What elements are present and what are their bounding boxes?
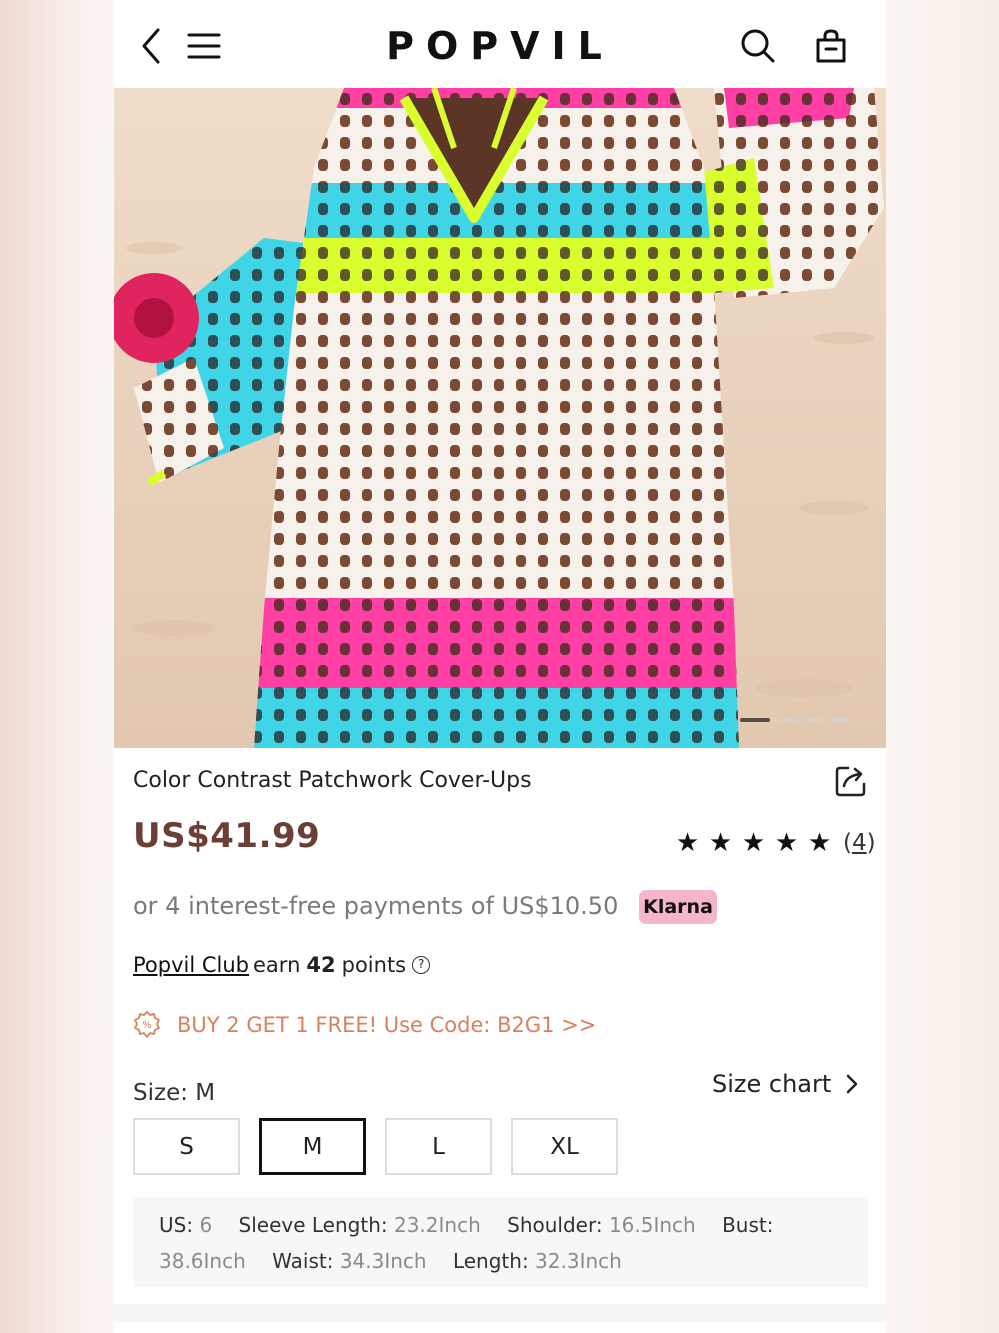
- club-points-suffix: points: [341, 953, 407, 977]
- phone-screen: POPVIL Color Contrast Patchwork Cover-Up…: [114, 0, 886, 1333]
- measure-key: Length:: [452, 1249, 529, 1273]
- size-option-l[interactable]: L: [385, 1118, 492, 1175]
- carousel-indicators: [740, 718, 848, 722]
- share-icon[interactable]: [832, 762, 870, 800]
- review-count-link[interactable]: (4): [843, 830, 876, 856]
- rating-summary[interactable]: ★ ★ ★ ★ ★ (4): [674, 830, 876, 856]
- product-title: Color Contrast Patchwork Cover-Ups: [133, 768, 532, 793]
- size-chart-link[interactable]: Size chart: [712, 1070, 859, 1098]
- product-image-carousel[interactable]: [114, 88, 886, 748]
- klarna-badge[interactable]: Klarna: [639, 890, 717, 924]
- size-measurements: US: 6 Sleeve Length: 23.2Inch Shoulder: …: [133, 1197, 868, 1287]
- star-icon: ★: [675, 828, 700, 858]
- carousel-dot[interactable]: [780, 718, 796, 722]
- search-icon[interactable]: [738, 24, 778, 68]
- star-icon: ★: [741, 828, 766, 858]
- star-icon: ★: [774, 828, 799, 858]
- star-icon: ★: [708, 828, 733, 858]
- club-earn-text: earn: [253, 953, 301, 977]
- discount-badge-icon: %: [134, 1011, 160, 1038]
- review-count[interactable]: 4: [852, 830, 867, 856]
- measure-value: 6: [199, 1213, 213, 1237]
- size-option-s[interactable]: S: [133, 1118, 240, 1175]
- measure-key: Bust:: [722, 1213, 774, 1237]
- popvil-club-link[interactable]: Popvil Club: [133, 953, 249, 977]
- product-price: US$41.99: [133, 816, 321, 856]
- svg-text:%: %: [142, 1020, 152, 1031]
- measure-key: US:: [159, 1213, 194, 1237]
- measure-key: Shoulder:: [507, 1213, 603, 1237]
- size-option-m[interactable]: M: [259, 1118, 366, 1175]
- measure-value: 23.2Inch: [393, 1213, 481, 1237]
- promo-banner[interactable]: % BUY 2 GET 1 FREE! Use Code: B2G1 >>: [133, 1011, 596, 1039]
- measure-value: 38.6Inch: [159, 1249, 246, 1273]
- measure-key: Waist:: [272, 1249, 334, 1273]
- shopping-bag-icon[interactable]: [811, 24, 851, 68]
- help-icon[interactable]: ?: [412, 956, 431, 974]
- top-nav-bar: POPVIL: [114, 0, 886, 88]
- size-chart-label: Size chart: [712, 1070, 832, 1098]
- star-icon: ★: [807, 828, 832, 858]
- carousel-dot[interactable]: [740, 718, 770, 722]
- installment-text: or 4 interest-free payments of US$10.50: [133, 892, 619, 920]
- product-photo: [114, 88, 886, 748]
- club-points-value: 42: [306, 953, 336, 977]
- selected-size-label: Size: M: [133, 1080, 216, 1106]
- carousel-dot[interactable]: [806, 718, 822, 722]
- measure-value: 16.5Inch: [608, 1213, 696, 1237]
- measure-value: 32.3Inch: [535, 1249, 622, 1273]
- promo-text: BUY 2 GET 1 FREE! Use Code: B2G1 >>: [177, 1013, 597, 1037]
- size-selector: S M L XL: [133, 1118, 618, 1175]
- chevron-right-icon: [847, 1074, 858, 1094]
- measure-value: 34.3Inch: [339, 1249, 427, 1273]
- size-option-xl[interactable]: XL: [511, 1118, 618, 1175]
- section-divider: [114, 1304, 886, 1322]
- carousel-dot[interactable]: [832, 718, 848, 722]
- club-points: Popvil Club earn 42 points ?: [133, 953, 431, 977]
- measure-key: Sleeve Length:: [238, 1213, 388, 1237]
